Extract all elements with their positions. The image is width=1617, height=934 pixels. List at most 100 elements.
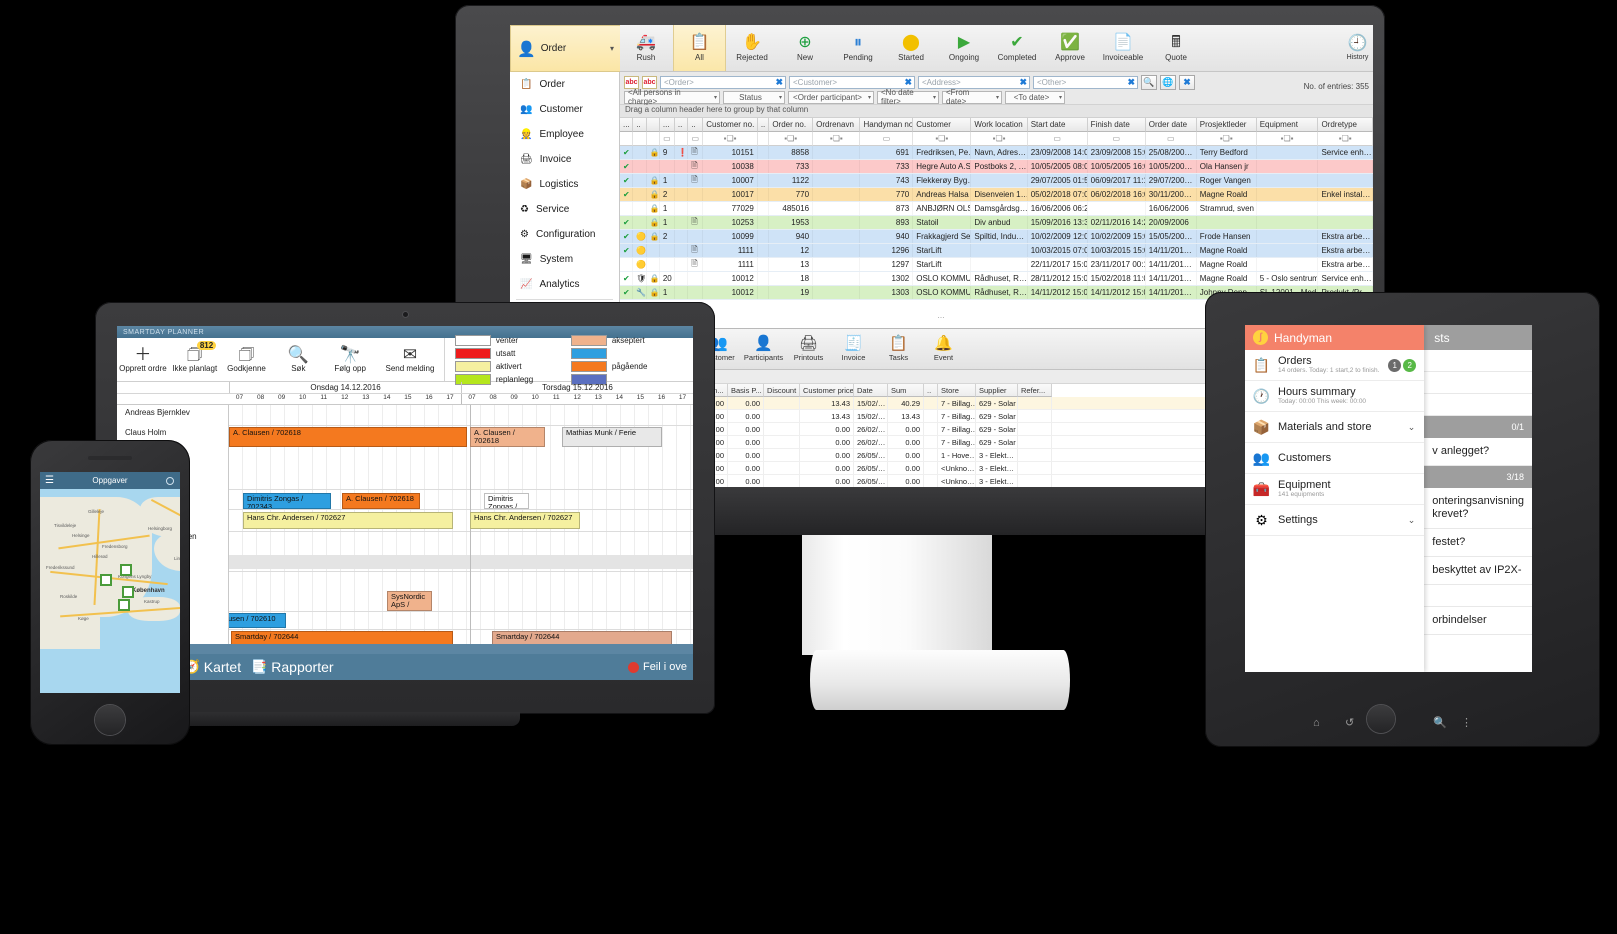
mcol-store[interactable]: Store	[938, 384, 976, 397]
table-row[interactable]: ✔ 🔒 2 10017 770 770 Andreas Halsa Disenveien 1……	[620, 188, 1373, 202]
filt[interactable]	[674, 132, 689, 146]
persons-in-charge-select[interactable]: <All persons in charge> ▾	[624, 88, 720, 106]
gantt-task-bar[interactable]: Dimitris Zongas /	[484, 493, 529, 509]
tab-tasks[interactable]: 📋 Tasks	[876, 329, 921, 369]
content-blank-row[interactable]	[1424, 394, 1532, 416]
filt[interactable]	[620, 132, 634, 146]
ribbon-rejected[interactable]: ✋ Rejected	[726, 25, 779, 71]
abc-toggle-1[interactable]: abc	[624, 75, 639, 89]
gantt-chart[interactable]: A. Clausen / 702618 A. Clausen / 702618 Ma…	[229, 405, 693, 654]
gantt-task-bar[interactable]: Mathias Munk / Ferie	[562, 427, 662, 447]
checklist-question[interactable]: onteringsanvisning krevet?	[1424, 488, 1532, 529]
ribbon-history[interactable]: 🕘 History	[1343, 25, 1373, 71]
mcol-sum[interactable]: Sum	[888, 384, 924, 397]
mcol-dots[interactable]: ..	[924, 384, 938, 397]
sidebar-item-system[interactable]: 🖥 System	[510, 247, 619, 272]
col-lock[interactable]	[646, 118, 660, 132]
address-filter-input[interactable]: <Address> ✖	[918, 75, 1030, 89]
tab-participants[interactable]: 👤 Participants	[741, 329, 786, 369]
followup-button[interactable]: 🔭 Følg opp	[324, 338, 376, 381]
content-blank-row[interactable]	[1424, 585, 1532, 607]
gantt-task-bar[interactable]: Hans Chr. Andersen / 702627	[470, 512, 580, 529]
gantt-task-bar[interactable]: Hans Chr. Andersen / 702627	[243, 512, 453, 529]
content-blank-row[interactable]	[1424, 350, 1532, 372]
filt[interactable]: ▪❏▪	[913, 132, 972, 146]
filt[interactable]: ▪❏▪	[813, 132, 861, 146]
table-row[interactable]: ✔🟡🔒210099940940Frakkagjerd Se…Spiltid, I…	[620, 230, 1373, 244]
col-prosjektleder[interactable]: Prosjektleder	[1196, 118, 1257, 132]
filt[interactable]: ▪❏▪	[971, 132, 1028, 146]
col-status2[interactable]: ..	[633, 118, 647, 132]
sidebar-item-analytics[interactable]: 📈 Analytics	[510, 272, 619, 297]
group-by-hint[interactable]: Drag a column header here to group by th…	[620, 105, 1373, 118]
ribbon-approve[interactable]: ✅ Approve	[1044, 25, 1097, 71]
gantt-task-bar[interactable]: A. Clausen / 702618	[342, 493, 420, 509]
menu-item-materials-and-store[interactable]: 📦 Materials and store ⌄	[1245, 412, 1425, 443]
globe-icon[interactable]: 🌐	[1160, 74, 1176, 90]
hamburger-icon[interactable]: ☰	[45, 475, 54, 486]
col-misc[interactable]: ..	[757, 118, 770, 132]
sidebar-item-logistics[interactable]: 📦 Logistics	[510, 172, 619, 197]
content-blank-row[interactable]	[1424, 372, 1532, 394]
sidebar-item-invoice[interactable]: 🖨 Invoice	[510, 147, 619, 172]
from-date-select[interactable]: <From date> ▾	[942, 88, 1002, 106]
chevron-down-icon[interactable]: ⌄	[1408, 422, 1416, 433]
splitter-handle[interactable]: ⋯	[929, 315, 955, 322]
clear-icon[interactable]: ✖	[775, 77, 783, 88]
filt[interactable]: ▭	[659, 132, 675, 146]
filt[interactable]: ▭	[860, 132, 914, 146]
filt[interactable]	[633, 132, 647, 146]
clear-icon[interactable]: ✖	[1179, 74, 1195, 90]
tablet-nav-search[interactable]: 🔍	[1433, 716, 1447, 729]
col-equipment[interactable]: Equipment	[1256, 118, 1319, 132]
filt[interactable]	[646, 132, 660, 146]
gantt-task-bar[interactable]: A. Clausen / 702618	[470, 427, 545, 447]
grid-body[interactable]: ✔ 🔒 9 ❗ 🗎 10151 8858 691 Fredriksen, Pe… Navn, Ad…	[620, 146, 1373, 300]
mcol-discount[interactable]: Discount	[764, 384, 800, 397]
gantt-task-bar[interactable]: usen / 702610	[229, 613, 286, 628]
col-handyman-no[interactable]: Handyman no.	[860, 118, 914, 132]
unplanned-button[interactable]: 🗇 812 Ikke planlagt	[169, 338, 221, 381]
col-customer-no[interactable]: Customer no.	[703, 118, 758, 132]
create-order-button[interactable]: ＋ Opprett ordre	[117, 338, 169, 381]
table-row[interactable]: ✔ 🔒 1 🗎 10007 1122 743 Flekkerøy Byg… 29/07/2005…	[620, 174, 1373, 188]
nav-rapporter[interactable]: 📑 Rapporter	[251, 659, 333, 675]
tablet-nav-home[interactable]: ⌂	[1313, 717, 1320, 729]
col-status1[interactable]: ...	[620, 118, 634, 132]
magnifier-icon[interactable]: 🔍	[1141, 74, 1157, 90]
table-row[interactable]: ✔ 🟡 🗎 1111 12 1296 StarLift 10/03/2015 07:00 10/…	[620, 244, 1373, 258]
col-order-no[interactable]: Order no.	[769, 118, 814, 132]
table-row[interactable]: ✔ 🔒 9 ❗ 🗎 10151 8858 691 Fredriksen, Pe… Navn, Ad…	[620, 146, 1373, 160]
mcol-basis-price[interactable]: Basis P...	[728, 384, 764, 397]
map-view[interactable]: Gilleleje Helsingborg Tisvildeleje Helsinge…	[40, 489, 180, 693]
error-indicator[interactable]: Feil i ove	[627, 661, 687, 673]
ribbon-rush[interactable]: 🚑 Rush	[620, 25, 673, 71]
mcol-customer-price[interactable]: Customer price	[800, 384, 854, 397]
map-pin[interactable]	[122, 586, 134, 598]
search-button[interactable]: 🔍 Søk	[272, 338, 324, 381]
sidebar-item-employee[interactable]: 👷 Employee	[510, 122, 619, 147]
status-select[interactable]: Status ▾	[723, 90, 785, 104]
ribbon-pending[interactable]: ⏸ Pending	[832, 25, 885, 71]
checklist-question[interactable]: v anlegget?	[1424, 438, 1532, 466]
clear-icon[interactable]: ✖	[904, 77, 912, 88]
menu-item-customers[interactable]: 👥 Customers	[1245, 443, 1425, 474]
filt[interactable]: ▪❏▪	[1196, 132, 1257, 146]
ribbon-started[interactable]: ⬤ Started	[885, 25, 938, 71]
mcol-supplier[interactable]: Supplier	[976, 384, 1018, 397]
col-order-date[interactable]: Order date	[1145, 118, 1197, 132]
filt[interactable]: ▭	[1087, 132, 1146, 146]
other-filter-input[interactable]: <Other> ✖	[1033, 75, 1138, 89]
filt[interactable]: ▪❏▪	[703, 132, 758, 146]
ribbon-all[interactable]: 📋 All	[673, 25, 726, 71]
map-pin[interactable]	[120, 564, 132, 576]
order-participant-select[interactable]: <Order participant> ▾	[788, 90, 874, 104]
col-ordretype[interactable]: Ordretype	[1318, 118, 1373, 132]
mcol-date[interactable]: Date	[854, 384, 888, 397]
customer-filter-input[interactable]: <Customer> ✖	[789, 75, 915, 89]
send-message-button[interactable]: ✉ Send melding	[376, 338, 444, 381]
ribbon-quote[interactable]: 🖩 Quote	[1150, 25, 1203, 71]
refresh-icon[interactable]	[166, 476, 174, 485]
sidebar-item-service[interactable]: ♻ Service	[510, 197, 619, 222]
col-customer[interactable]: Customer	[913, 118, 972, 132]
